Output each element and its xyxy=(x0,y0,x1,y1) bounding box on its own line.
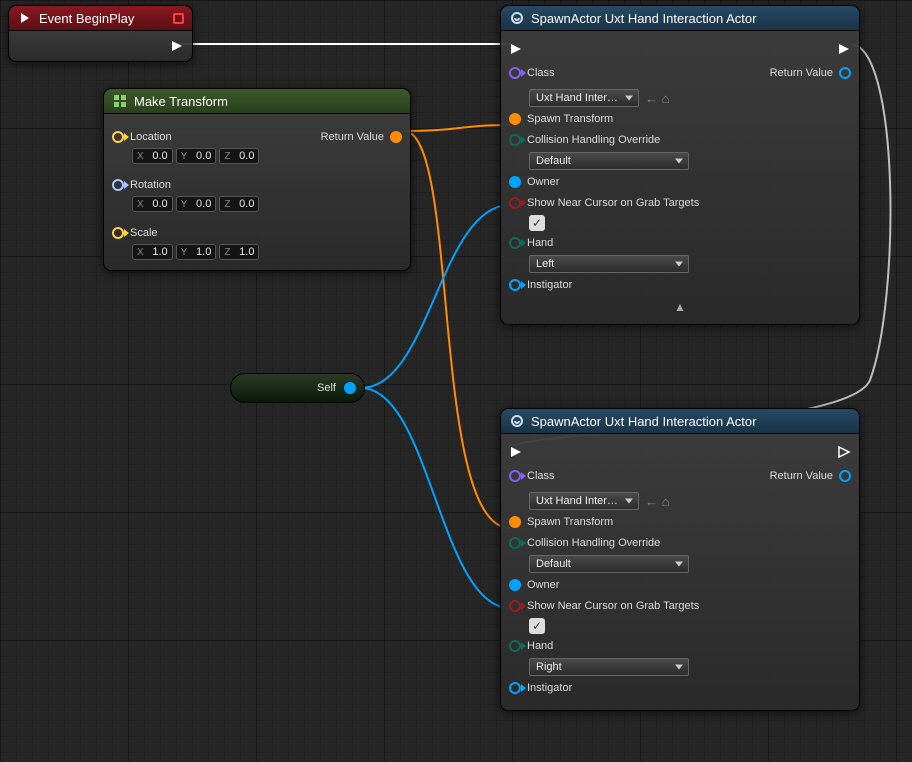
scale-z-field[interactable]: Z1.0 xyxy=(219,244,259,260)
rotation-z-field[interactable]: Z0.0 xyxy=(219,196,259,212)
location-label: Location xyxy=(130,131,172,143)
collision-dropdown[interactable]: Default xyxy=(529,555,689,573)
show-near-label: Show Near Cursor on Grab Targets xyxy=(527,197,699,209)
exec-in-pin[interactable] xyxy=(509,445,523,459)
spawn-actor-node-right[interactable]: SpawnActor Uxt Hand Interaction Actor Cl… xyxy=(500,408,860,711)
self-node[interactable]: Self xyxy=(230,373,365,403)
return-value-pin[interactable] xyxy=(390,131,402,143)
spawn-transform-label: Spawn Transform xyxy=(527,113,613,125)
scale-x-field[interactable]: X1.0 xyxy=(132,244,173,260)
location-z-field[interactable]: Z0.0 xyxy=(219,148,259,164)
class-label: Class xyxy=(527,470,555,482)
class-label: Class xyxy=(527,67,555,79)
exec-out-pin[interactable] xyxy=(837,445,851,459)
return-value-pin[interactable] xyxy=(839,67,851,79)
self-label: Self xyxy=(249,382,336,394)
show-near-checkbox[interactable]: ✓ xyxy=(529,618,545,634)
spawn-transform-pin[interactable] xyxy=(509,516,521,528)
hand-dropdown[interactable]: Right xyxy=(529,658,689,676)
owner-pin[interactable] xyxy=(509,176,521,188)
function-icon xyxy=(509,413,525,429)
node-title: Event BeginPlay xyxy=(39,11,134,26)
location-y-field[interactable]: Y0.0 xyxy=(176,148,217,164)
event-icon xyxy=(17,10,33,26)
node-header[interactable]: Event BeginPlay xyxy=(9,6,192,31)
owner-pin[interactable] xyxy=(509,579,521,591)
collision-dropdown[interactable]: Default xyxy=(529,152,689,170)
collision-label: Collision Handling Override xyxy=(527,134,660,146)
instigator-pin[interactable] xyxy=(509,279,521,291)
function-icon xyxy=(509,10,525,26)
scale-label: Scale xyxy=(130,227,158,239)
location-x-field[interactable]: X0.0 xyxy=(132,148,173,164)
scale-y-field[interactable]: Y1.0 xyxy=(176,244,217,260)
hand-dropdown[interactable]: Left xyxy=(529,255,689,273)
instigator-label: Instigator xyxy=(527,682,572,694)
spawn-transform-label: Spawn Transform xyxy=(527,516,613,528)
return-value-pin[interactable] xyxy=(839,470,851,482)
location-pin[interactable] xyxy=(112,131,124,143)
exec-in-pin[interactable] xyxy=(509,42,523,56)
rotation-label: Rotation xyxy=(130,179,171,191)
make-transform-node[interactable]: Make Transform Location X0.0 Y0.0 Z0.0 xyxy=(103,88,411,271)
return-value-label: Return Value xyxy=(770,67,833,79)
collision-label: Collision Handling Override xyxy=(527,537,660,549)
scale-pin[interactable] xyxy=(112,227,124,239)
class-dropdown[interactable]: Uxt Hand Interact xyxy=(529,89,639,107)
return-value-label: Return Value xyxy=(770,470,833,482)
owner-label: Owner xyxy=(527,176,559,188)
return-value-label: Return Value xyxy=(321,131,384,143)
node-title: Make Transform xyxy=(134,94,228,109)
rotation-x-field[interactable]: X0.0 xyxy=(132,196,173,212)
show-near-pin[interactable] xyxy=(509,197,521,209)
instigator-pin[interactable] xyxy=(509,682,521,694)
node-header[interactable]: SpawnActor Uxt Hand Interaction Actor xyxy=(501,6,859,31)
hand-label: Hand xyxy=(527,640,553,652)
expand-chevron-icon[interactable]: ▲ xyxy=(509,300,851,314)
exec-out-pin[interactable] xyxy=(170,39,184,53)
spawn-actor-node-left[interactable]: SpawnActor Uxt Hand Interaction Actor Cl… xyxy=(500,5,860,325)
node-title: SpawnActor Uxt Hand Interaction Actor xyxy=(531,414,756,429)
spawn-transform-pin[interactable] xyxy=(509,113,521,125)
node-header[interactable]: SpawnActor Uxt Hand Interaction Actor xyxy=(501,409,859,434)
delegate-pin[interactable] xyxy=(173,13,184,24)
hand-label: Hand xyxy=(527,237,553,249)
self-out-pin[interactable] xyxy=(344,382,356,394)
collision-pin[interactable] xyxy=(509,134,521,146)
show-near-pin[interactable] xyxy=(509,600,521,612)
class-pin[interactable] xyxy=(509,470,521,482)
owner-label: Owner xyxy=(527,579,559,591)
node-header[interactable]: Make Transform xyxy=(104,89,410,114)
event-beginplay-node[interactable]: Event BeginPlay xyxy=(8,5,193,62)
rotation-pin[interactable] xyxy=(112,179,124,191)
rotation-y-field[interactable]: Y0.0 xyxy=(176,196,217,212)
exec-out-pin[interactable] xyxy=(837,42,851,56)
hand-pin[interactable] xyxy=(509,237,521,249)
node-title: SpawnActor Uxt Hand Interaction Actor xyxy=(531,11,756,26)
instigator-label: Instigator xyxy=(527,279,572,291)
asset-nav-icons[interactable]: ← ⌂ xyxy=(645,494,669,509)
class-dropdown[interactable]: Uxt Hand Interact xyxy=(529,492,639,510)
class-pin[interactable] xyxy=(509,67,521,79)
make-struct-icon xyxy=(112,93,128,109)
show-near-checkbox[interactable]: ✓ xyxy=(529,215,545,231)
show-near-label: Show Near Cursor on Grab Targets xyxy=(527,600,699,612)
collision-pin[interactable] xyxy=(509,537,521,549)
hand-pin[interactable] xyxy=(509,640,521,652)
asset-nav-icons[interactable]: ← ⌂ xyxy=(645,91,669,106)
